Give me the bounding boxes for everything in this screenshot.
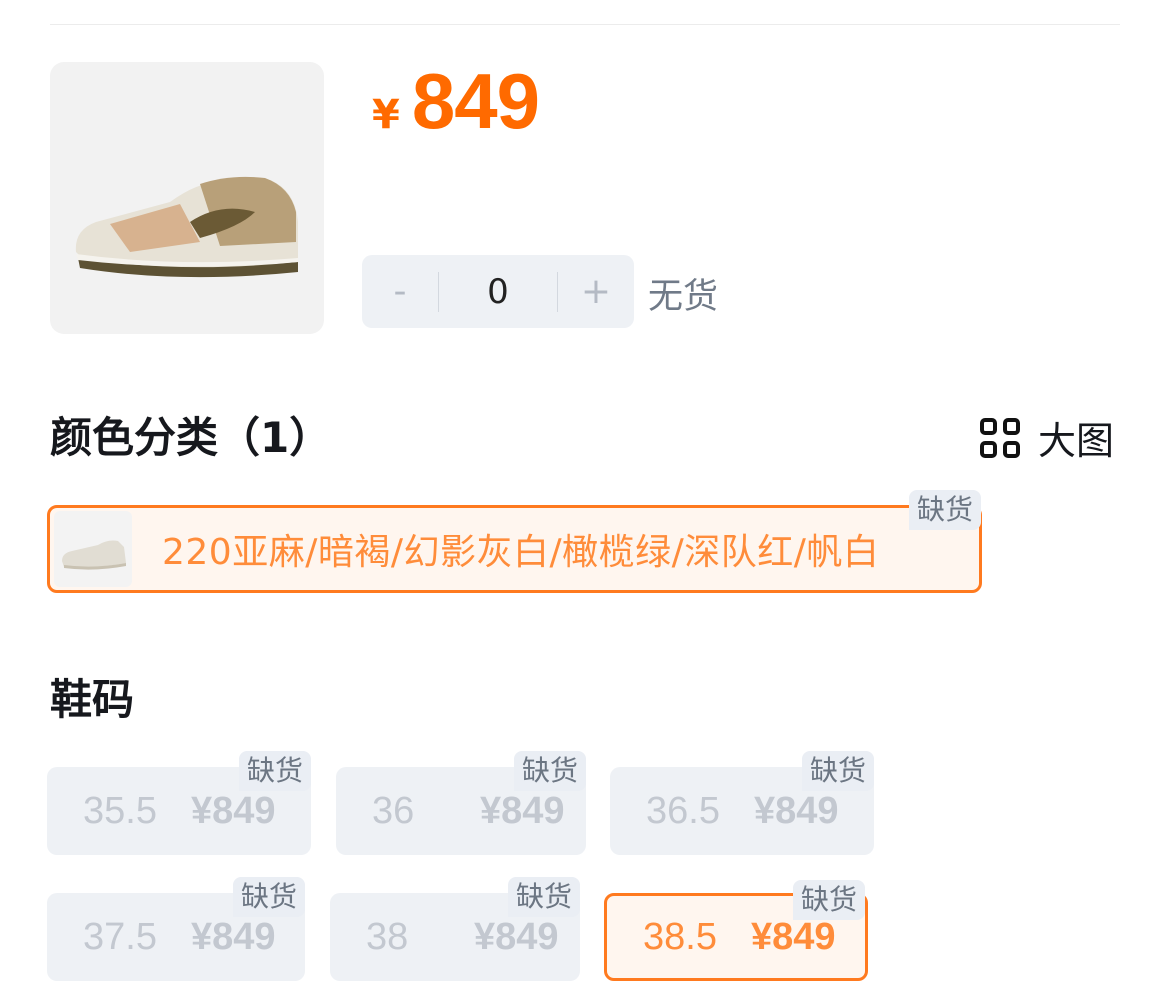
big-image-label: 大图 bbox=[1038, 419, 1115, 463]
out-of-stock-badge: 缺货 bbox=[232, 877, 305, 917]
size-price: ¥849 bbox=[751, 915, 836, 958]
size-value: 36 bbox=[372, 789, 415, 832]
color-swatch-image bbox=[54, 511, 132, 587]
size-option[interactable]: 35.5 ¥849 缺货 bbox=[47, 751, 311, 855]
out-of-stock-badge: 缺货 bbox=[238, 751, 311, 791]
price-amount: 849 bbox=[411, 57, 540, 145]
top-divider bbox=[50, 24, 1120, 25]
grid-icon bbox=[980, 417, 1020, 458]
product-image[interactable] bbox=[50, 62, 324, 334]
size-option[interactable]: 38 ¥849 缺货 bbox=[330, 877, 580, 981]
size-price: ¥849 bbox=[474, 915, 559, 958]
size-option-selected[interactable]: 38.5 ¥849 缺货 bbox=[604, 880, 868, 981]
size-price: ¥849 bbox=[191, 915, 276, 958]
product-price: ¥ 849 bbox=[372, 56, 540, 147]
size-price: ¥849 bbox=[191, 789, 276, 832]
sneaker-image bbox=[75, 176, 298, 278]
out-of-stock-badge: 缺货 bbox=[792, 880, 865, 920]
out-of-stock-badge: 缺货 bbox=[513, 751, 586, 791]
size-option[interactable]: 36 ¥849 缺货 bbox=[336, 751, 586, 855]
increment-button[interactable]: + bbox=[558, 271, 634, 312]
out-of-stock-badge: 缺货 bbox=[801, 751, 874, 791]
size-value: 37.5 bbox=[83, 915, 157, 958]
big-image-button[interactable]: 大图 bbox=[980, 410, 1114, 465]
size-option[interactable]: 36.5 ¥849 缺货 bbox=[610, 751, 874, 855]
quantity-input[interactable]: 0 bbox=[439, 272, 557, 312]
color-section-title: 颜色分类（1） bbox=[50, 413, 332, 462]
color-option[interactable]: 220亚麻/暗褐/幻影灰白/橄榄绿/深队红/帆白 缺货 bbox=[47, 490, 982, 593]
decrement-button[interactable]: - bbox=[362, 271, 438, 312]
size-value: 35.5 bbox=[83, 789, 157, 832]
out-of-stock-badge: 缺货 bbox=[507, 877, 580, 917]
price-currency: ¥ bbox=[372, 92, 400, 138]
size-option[interactable]: 37.5 ¥849 缺货 bbox=[47, 877, 305, 981]
size-value: 38.5 bbox=[643, 915, 717, 958]
color-option-label: 220亚麻/暗褐/幻影灰白/橄榄绿/深队红/帆白 bbox=[162, 532, 880, 573]
quantity-stepper: - 0 + bbox=[362, 255, 634, 328]
size-price: ¥849 bbox=[480, 789, 565, 832]
size-value: 38 bbox=[366, 915, 409, 958]
size-price: ¥849 bbox=[754, 789, 839, 832]
stock-status: 无货 bbox=[648, 277, 719, 317]
out-of-stock-badge: 缺货 bbox=[908, 490, 981, 530]
size-section-title: 鞋码 bbox=[50, 675, 135, 724]
size-value: 36.5 bbox=[646, 789, 720, 832]
